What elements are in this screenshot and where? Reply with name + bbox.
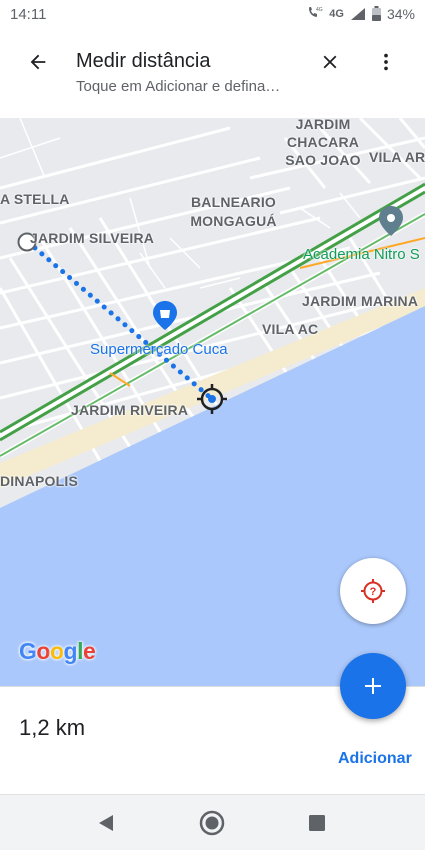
svg-text:?: ? bbox=[370, 586, 377, 598]
poi-supermercado[interactable]: Supermercado Cuca bbox=[90, 341, 228, 358]
status-time: 14:11 bbox=[10, 6, 47, 23]
more-vert-icon bbox=[384, 53, 388, 71]
app-bar: Medir distância Toque em Adicionar e def… bbox=[0, 30, 425, 118]
page-title: Medir distância bbox=[76, 50, 211, 72]
arrow-back-icon bbox=[30, 54, 46, 70]
distance-value: 1,2 km bbox=[19, 715, 86, 740]
google-logo: Google bbox=[19, 638, 96, 665]
svg-text:4G: 4G bbox=[316, 7, 323, 13]
nav-recents-button[interactable] bbox=[297, 805, 337, 841]
poi-academia[interactable]: Academia Nitro S bbox=[303, 246, 420, 263]
nav-back-button[interactable] bbox=[86, 805, 126, 841]
battery-percent: 34% bbox=[386, 5, 415, 22]
page-subtitle: Toque em Adicionar e defina… bbox=[76, 78, 281, 95]
battery-icon bbox=[371, 6, 381, 21]
map-label-vila-ac: VILA AC bbox=[262, 321, 319, 337]
logo-letter-e: e bbox=[82, 638, 96, 664]
my-location-button[interactable]: ? bbox=[340, 558, 406, 624]
map-label-dinapolis: DINAPOLIS bbox=[0, 473, 79, 489]
more-options-button[interactable] bbox=[370, 46, 402, 78]
circle-home-icon bbox=[199, 810, 225, 836]
signal-icon bbox=[350, 7, 365, 20]
map-label-jardim-chacara-text: JARDIM CHACARA SAO JOAO bbox=[285, 118, 361, 168]
map-label-jardim-silveira: JARDIM SILVEIRA bbox=[30, 230, 155, 246]
close-button[interactable] bbox=[312, 46, 348, 78]
map-label-jardim-riveira: JARDIM RIVEIRA bbox=[71, 402, 189, 418]
add-button[interactable]: Adicionar bbox=[338, 750, 412, 768]
nav-home-button[interactable] bbox=[192, 805, 232, 841]
map-label-vila-ar: VILA AR bbox=[369, 149, 425, 165]
status-bar: 14:11 4G 4G 34% bbox=[0, 0, 425, 30]
status-indicators: 4G 4G 34% bbox=[307, 5, 415, 22]
add-point-button[interactable] bbox=[340, 653, 406, 719]
logo-letter-o2: o bbox=[49, 638, 64, 664]
map-label-jardim-marina: JARDIM MARINA bbox=[302, 293, 419, 309]
map-label-balneario: BALNEARIO MONGAGUÁ bbox=[186, 193, 281, 231]
map-label-stella: A STELLA bbox=[0, 191, 70, 207]
volte-call-icon: 4G bbox=[307, 5, 323, 22]
back-button[interactable] bbox=[18, 46, 58, 78]
map-view[interactable]: JARDIM CHACARA SAO JOAO VILA AR A STELLA… bbox=[0, 118, 425, 686]
logo-letter-o1: o bbox=[36, 638, 50, 664]
map-label-jardim-chacara: JARDIM CHACARA SAO JOAO bbox=[278, 118, 368, 169]
plus-icon bbox=[365, 678, 381, 694]
triangle-back-icon bbox=[99, 815, 113, 831]
system-nav-bar bbox=[0, 794, 425, 850]
logo-letter-g2: g bbox=[63, 638, 78, 664]
location-unknown-icon: ? bbox=[361, 579, 385, 603]
network-type: 4G bbox=[329, 7, 344, 20]
square-recents-icon bbox=[309, 815, 325, 831]
map-label-balneario-text: BALNEARIO MONGAGUÁ bbox=[190, 194, 277, 229]
logo-letter-g1: G bbox=[19, 638, 37, 664]
close-icon bbox=[323, 55, 337, 69]
